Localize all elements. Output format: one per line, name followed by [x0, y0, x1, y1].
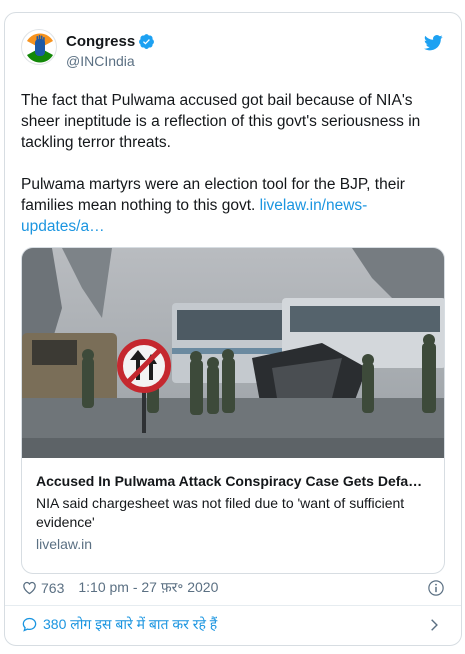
tweet-timestamp[interactable]: 1:10 pm - 27 फ़र॰ 2020: [78, 578, 218, 597]
card-description: NIA said chargesheet was not filed due t…: [36, 495, 405, 530]
twitter-bird-icon[interactable]: [424, 33, 443, 52]
tweet-text: The fact that Pulwama accused got bail b…: [21, 90, 446, 237]
author-row[interactable]: Congress: [66, 33, 155, 50]
author-handle[interactable]: @INCIndia: [66, 53, 135, 69]
chevron-right-icon[interactable]: [427, 618, 441, 632]
avatar[interactable]: [21, 29, 57, 65]
card-domain: livelaw.in: [36, 536, 93, 552]
congress-logo-icon: [27, 33, 53, 63]
card-image: [22, 248, 444, 458]
author-name[interactable]: Congress: [66, 33, 135, 50]
link-card[interactable]: Accused In Pulwama Attack Conspiracy Cas…: [21, 247, 445, 574]
replies-text[interactable]: 380 लोग इस बारे में बात कर रहे हैं: [43, 615, 217, 634]
embedded-tweet: Congress @INCIndia The fact that Pulwama…: [4, 12, 462, 646]
replies-link[interactable]: 380 लोग इस बारे में बात कर रहे हैं: [21, 615, 217, 634]
like-count[interactable]: 763: [41, 580, 64, 596]
speech-bubble-icon: [22, 617, 37, 632]
tweet-meta: 763 1:10 pm - 27 फ़र॰ 2020: [21, 578, 218, 597]
verified-badge-icon: [139, 34, 155, 49]
info-icon[interactable]: [427, 579, 445, 597]
tweet-paragraph-2: Pulwama martyrs were an election tool fo…: [21, 174, 446, 237]
heart-icon[interactable]: [21, 579, 38, 596]
card-title[interactable]: Accused In Pulwama Attack Conspiracy Cas…: [36, 473, 436, 489]
tweet-paragraph-1: The fact that Pulwama accused got bail b…: [21, 92, 421, 151]
divider: [5, 605, 461, 606]
